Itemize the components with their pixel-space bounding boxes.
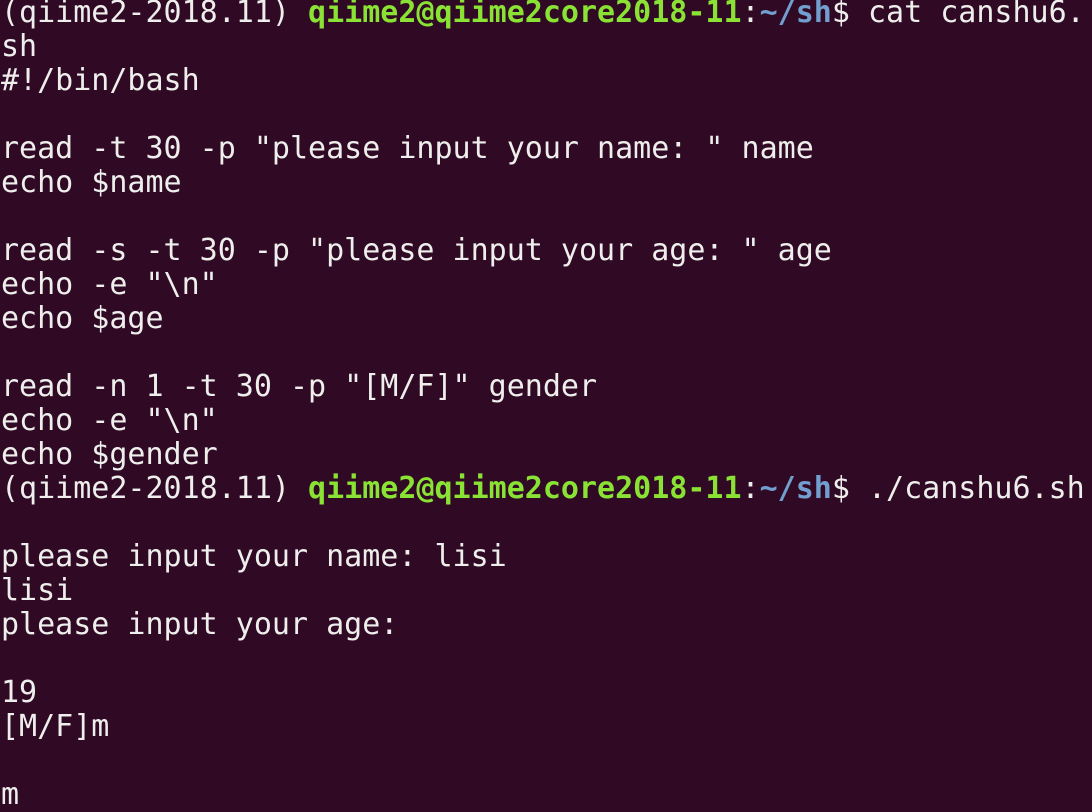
prompt-text: :	[741, 471, 760, 506]
output-line: read -s -t 30 -p "please input your age:…	[1, 234, 1091, 268]
line-text: sh	[1, 29, 38, 64]
line-text: lisi	[1, 573, 74, 608]
prompt-text: (qiime2-2018.11)	[1, 471, 309, 506]
output-line: please input your age:	[1, 608, 1091, 642]
output-line: echo -e "\n"	[1, 268, 1091, 302]
line-text: read -n 1 -t 30 -p "[M/F]" gender	[1, 369, 598, 404]
output-line: echo -e "\n"	[1, 404, 1091, 438]
output-line: please input your name: lisi	[1, 540, 1091, 574]
output-line: sh	[1, 30, 1091, 64]
line-text: please input your name: lisi	[1, 539, 507, 574]
output-line: m	[1, 778, 1091, 812]
line-text: echo $age	[1, 301, 164, 336]
line-text: echo $name	[1, 165, 182, 200]
line-text: echo -e "\n"	[1, 403, 218, 438]
output-line: read -t 30 -p "please input your name: "…	[1, 132, 1091, 166]
line-text: read -t 30 -p "please input your name: "…	[1, 131, 814, 166]
line-text: please input your age:	[1, 607, 399, 642]
line-text: 19	[1, 675, 38, 710]
output-line: #!/bin/bash	[1, 64, 1091, 98]
output-line: lisi	[1, 574, 1091, 608]
output-line: echo $age	[1, 302, 1091, 336]
output-line: 19	[1, 676, 1091, 710]
prompt-path: ~/sh	[759, 0, 832, 30]
output-line: read -n 1 -t 30 -p "[M/F]" gender	[1, 370, 1091, 404]
prompt-text: (qiime2-2018.11)	[1, 0, 309, 30]
prompt-user-host: qiime2@qiime2core2018-11	[308, 0, 742, 30]
line-text: read -s -t 30 -p "please input your age:…	[1, 233, 832, 268]
line-text: #!/bin/bash	[1, 63, 200, 98]
prompt-line: (qiime2-2018.11) qiime2@qiime2core2018-1…	[1, 472, 1091, 506]
prompt-line: (qiime2-2018.11) qiime2@qiime2core2018-1…	[1, 0, 1091, 30]
prompt-text: $ cat canshu6.	[831, 0, 1085, 30]
line-text: [M/F]m	[1, 709, 110, 744]
line-text: echo -e "\n"	[1, 267, 218, 302]
prompt-text: :	[741, 0, 760, 30]
prompt-text: $ ./canshu6.sh	[831, 471, 1085, 506]
prompt-user-host: qiime2@qiime2core2018-11	[308, 471, 742, 506]
terminal-output: (qiime2-2018.11) qiime2@qiime2core2018-1…	[1, 0, 1091, 812]
output-line: echo $gender	[1, 438, 1091, 472]
output-line: [M/F]m	[1, 710, 1091, 744]
output-line: echo $name	[1, 166, 1091, 200]
line-text: m	[1, 777, 20, 812]
terminal-window[interactable]: (qiime2-2018.11) qiime2@qiime2core2018-1…	[0, 0, 1092, 812]
line-text: echo $gender	[1, 437, 218, 472]
prompt-path: ~/sh	[759, 471, 832, 506]
